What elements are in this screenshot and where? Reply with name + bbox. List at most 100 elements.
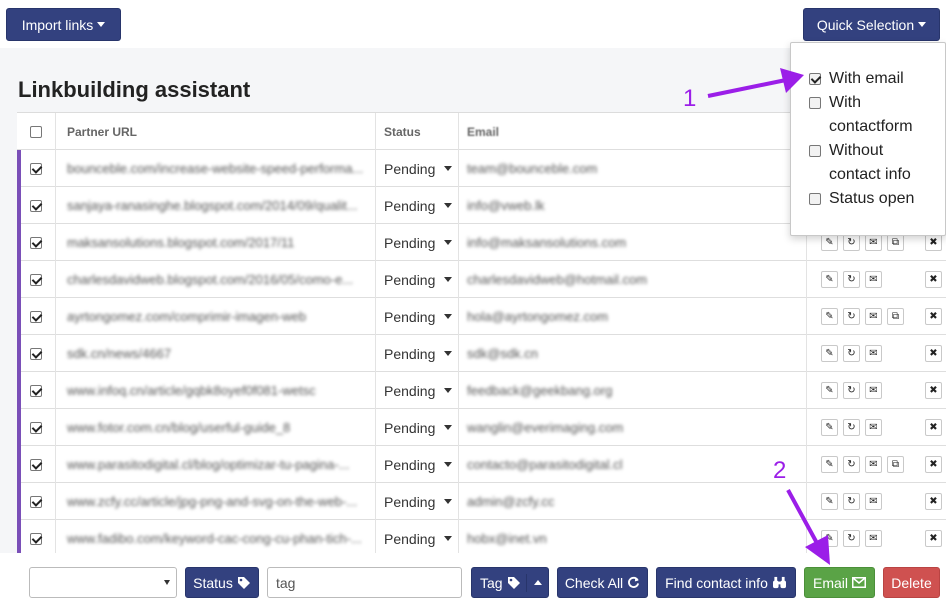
table-row[interactable]: www.fotor.com.cn/blog/userful-guide_8 Pen… — [17, 409, 946, 446]
refresh-icon[interactable]: ↻ — [843, 234, 860, 251]
envelope-icon[interactable]: ✉ — [865, 345, 882, 362]
select-all-checkbox[interactable] — [30, 125, 42, 138]
row-checkbox[interactable] — [30, 347, 42, 360]
copy-icon[interactable]: ⧉ — [887, 234, 904, 251]
header-email[interactable]: Email — [459, 113, 807, 150]
table-row[interactable]: www.infoq.cn/article/gqbk8oyef0f081-wets… — [17, 372, 946, 409]
envelope-icon[interactable]: ✉ — [865, 234, 882, 251]
envelope-icon[interactable]: ✉ — [865, 308, 882, 325]
table-row[interactable]: www.fadibo.com/keyword-cac-cong-cu-phan-… — [17, 520, 946, 553]
row-checkbox[interactable] — [30, 199, 42, 212]
row-checkbox[interactable] — [30, 273, 42, 286]
bulk-action-select[interactable] — [29, 567, 177, 598]
table-row[interactable]: www.parasitodigital.cl/blog/optimizar-tu… — [17, 446, 946, 483]
row-checkbox[interactable] — [30, 421, 42, 434]
status-dropdown[interactable]: Pending — [376, 372, 459, 409]
refresh-icon[interactable]: ↻ — [843, 456, 860, 473]
tag-input[interactable]: tag — [267, 567, 462, 598]
status-dropdown[interactable]: Pending — [376, 224, 459, 261]
close-icon[interactable]: ✖ — [925, 530, 942, 547]
close-icon[interactable]: ✖ — [925, 493, 942, 510]
edit-icon[interactable]: ✎ — [821, 530, 838, 547]
edit-icon[interactable]: ✎ — [821, 419, 838, 436]
partner-url-cell[interactable]: www.fadibo.com/keyword-cac-cong-cu-phan-… — [56, 520, 376, 553]
quick-checkbox-without-contact-info[interactable] — [809, 145, 821, 157]
status-dropdown[interactable]: Pending — [376, 187, 459, 224]
header-status[interactable]: Status — [376, 113, 459, 150]
envelope-icon[interactable]: ✉ — [865, 493, 882, 510]
status-dropdown[interactable]: Pending — [376, 446, 459, 483]
table-row[interactable]: ayrtongomez.com/comprimir-imagen-web Pend… — [17, 298, 946, 335]
chevron-up-icon[interactable] — [534, 580, 542, 585]
edit-icon[interactable]: ✎ — [821, 493, 838, 510]
status-dropdown[interactable]: Pending — [376, 261, 459, 298]
partner-url-cell[interactable]: charlesdavidweb.blogspot.com/2016/05/com… — [56, 261, 376, 298]
quick-checkbox-status-open[interactable] — [809, 193, 821, 205]
close-icon[interactable]: ✖ — [925, 308, 942, 325]
partner-url-text: www.infoq.cn/article/gqbk8oyef0f081-wets… — [67, 383, 316, 398]
refresh-icon[interactable]: ↻ — [843, 308, 860, 325]
quick-selection-button[interactable]: Quick Selection — [803, 8, 940, 41]
refresh-icon[interactable]: ↻ — [843, 271, 860, 288]
refresh-icon[interactable]: ↻ — [843, 493, 860, 510]
row-checkbox[interactable] — [30, 236, 42, 249]
status-button[interactable]: Status — [185, 567, 259, 598]
partner-url-cell[interactable]: bounceble.com/increase-website-speed-per… — [56, 150, 376, 187]
copy-icon[interactable]: ⧉ — [887, 456, 904, 473]
check-all-button[interactable]: Check All — [557, 567, 648, 598]
partner-url-cell[interactable]: www.parasitodigital.cl/blog/optimizar-tu… — [56, 446, 376, 483]
envelope-icon[interactable]: ✉ — [865, 271, 882, 288]
close-icon[interactable]: ✖ — [925, 271, 942, 288]
row-checkbox[interactable] — [30, 310, 42, 323]
envelope-icon[interactable]: ✉ — [865, 419, 882, 436]
email-button[interactable]: Email — [804, 567, 875, 598]
edit-icon[interactable]: ✎ — [821, 234, 838, 251]
edit-icon[interactable]: ✎ — [821, 456, 838, 473]
refresh-icon[interactable]: ↻ — [843, 530, 860, 547]
close-icon[interactable]: ✖ — [925, 234, 942, 251]
close-icon[interactable]: ✖ — [925, 419, 942, 436]
row-checkbox[interactable] — [30, 532, 42, 545]
refresh-icon[interactable]: ↻ — [843, 345, 860, 362]
import-links-button[interactable]: Import links — [6, 8, 121, 41]
partner-url-cell[interactable]: www.fotor.com.cn/blog/userful-guide_8 — [56, 409, 376, 446]
table-row[interactable]: www.zcfy.cc/article/jpg-png-and-svg-on-t… — [17, 483, 946, 520]
row-checkbox[interactable] — [30, 495, 42, 508]
edit-icon[interactable]: ✎ — [821, 271, 838, 288]
find-contact-info-button[interactable]: Find contact info — [656, 567, 796, 598]
envelope-icon[interactable]: ✉ — [865, 530, 882, 547]
partner-url-cell[interactable]: maksansolutions.blogspot.com/2017/11 — [56, 224, 376, 261]
row-checkbox[interactable] — [30, 458, 42, 471]
status-dropdown[interactable]: Pending — [376, 483, 459, 520]
close-icon[interactable]: ✖ — [925, 456, 942, 473]
partner-url-cell[interactable]: sanjaya-ranasinghe.blogspot.com/2014/09/… — [56, 187, 376, 224]
partner-url-cell[interactable]: www.infoq.cn/article/gqbk8oyef0f081-wets… — [56, 372, 376, 409]
status-dropdown[interactable]: Pending — [376, 335, 459, 372]
copy-icon[interactable]: ⧉ — [887, 308, 904, 325]
status-dropdown[interactable]: Pending — [376, 298, 459, 335]
quick-checkbox-with-email[interactable] — [809, 73, 821, 85]
tag-button[interactable]: Tag — [471, 567, 549, 598]
refresh-icon[interactable]: ↻ — [843, 382, 860, 399]
refresh-icon[interactable]: ↻ — [843, 419, 860, 436]
status-dropdown[interactable]: Pending — [376, 409, 459, 446]
partner-url-cell[interactable]: sdk.cn/news/4667 — [56, 335, 376, 372]
envelope-icon[interactable]: ✉ — [865, 382, 882, 399]
close-icon[interactable]: ✖ — [925, 345, 942, 362]
table-row[interactable]: sdk.cn/news/4667 Pending sdk@sdk.cn ✎ ↻ ✉ ✖ — [17, 335, 946, 372]
table-row[interactable]: charlesdavidweb.blogspot.com/2016/05/com… — [17, 261, 946, 298]
envelope-icon[interactable]: ✉ — [865, 456, 882, 473]
status-dropdown[interactable]: Pending — [376, 150, 459, 187]
close-icon[interactable]: ✖ — [925, 382, 942, 399]
quick-checkbox-with-contactform[interactable] — [809, 97, 821, 109]
delete-button[interactable]: Delete — [883, 567, 940, 598]
partner-url-cell[interactable]: ayrtongomez.com/comprimir-imagen-web — [56, 298, 376, 335]
edit-icon[interactable]: ✎ — [821, 345, 838, 362]
status-dropdown[interactable]: Pending — [376, 520, 459, 553]
row-checkbox[interactable] — [30, 384, 42, 397]
row-checkbox[interactable] — [30, 162, 42, 175]
edit-icon[interactable]: ✎ — [821, 382, 838, 399]
partner-url-cell[interactable]: www.zcfy.cc/article/jpg-png-and-svg-on-t… — [56, 483, 376, 520]
edit-icon[interactable]: ✎ — [821, 308, 838, 325]
header-partner-url[interactable]: Partner URL — [56, 113, 376, 150]
